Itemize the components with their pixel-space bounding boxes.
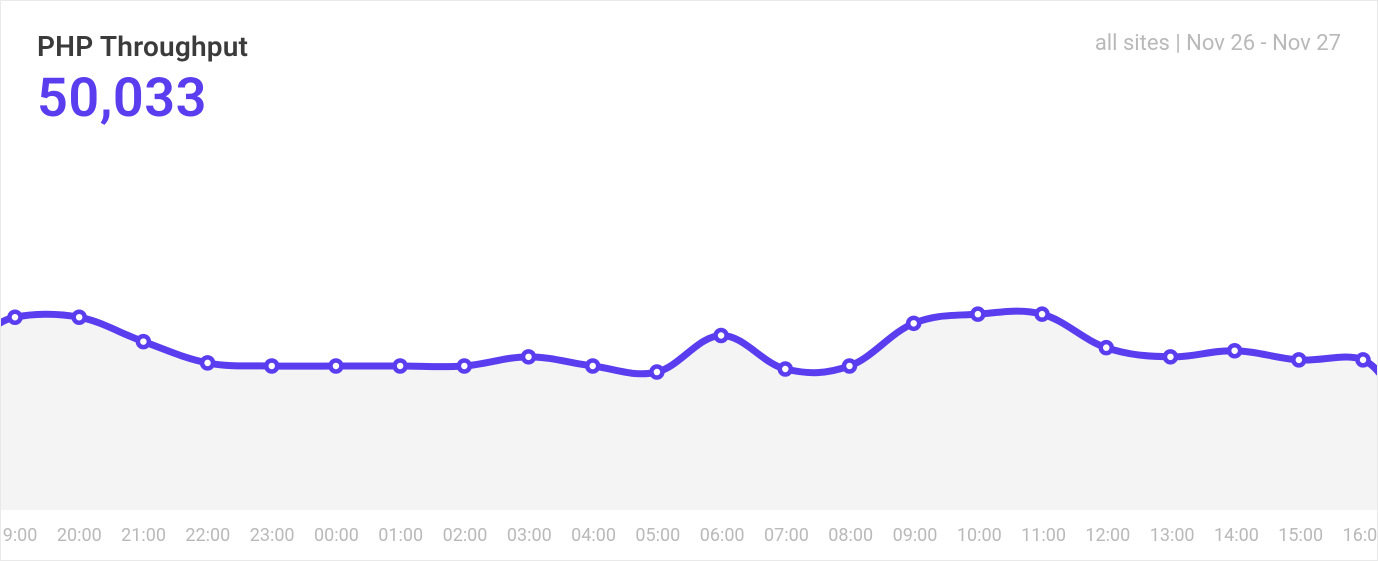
data-point[interactable] — [202, 357, 213, 368]
x-tick: 07:00 — [764, 525, 809, 546]
x-tick: 15:00 — [1278, 525, 1323, 546]
x-tick: 05:00 — [635, 525, 680, 546]
x-tick: 02:00 — [443, 525, 488, 546]
data-point[interactable] — [138, 336, 149, 347]
x-tick: 06:00 — [700, 525, 745, 546]
throughput-card: PHP Throughput 50,033 all sites | Nov 26… — [0, 0, 1378, 561]
chart-title: PHP Throughput — [37, 29, 248, 65]
data-point[interactable] — [1229, 345, 1240, 356]
data-point[interactable] — [1358, 354, 1369, 365]
chart-area-fill — [0, 311, 1378, 510]
x-tick: 09:00 — [893, 525, 938, 546]
data-point[interactable] — [1165, 351, 1176, 362]
chart-plot-area — [1, 171, 1377, 500]
x-tick: 20:00 — [57, 525, 102, 546]
x-axis: 19:00 20:00 21:00 22:00 23:00 00:00 01:00 02:00… — [1, 506, 1377, 546]
x-tick: 08:00 — [828, 525, 873, 546]
x-tick: 04:00 — [571, 525, 616, 546]
data-point[interactable] — [74, 312, 85, 323]
date-range: all sites | Nov 26 - Nov 27 — [1095, 31, 1341, 56]
data-point[interactable] — [1293, 354, 1304, 365]
data-point[interactable] — [1101, 342, 1112, 353]
x-tick: 00:00 — [314, 525, 359, 546]
x-tick: 12:00 — [1085, 525, 1130, 546]
metric-value: 50,033 — [37, 71, 248, 128]
data-point[interactable] — [395, 360, 406, 371]
x-tick: 16:00 — [1343, 525, 1378, 546]
x-tick: 10:00 — [957, 525, 1002, 546]
data-point[interactable] — [780, 364, 791, 375]
data-point[interactable] — [459, 360, 470, 371]
line-chart-svg — [1, 171, 1377, 500]
x-tick: 11:00 — [1021, 525, 1066, 546]
x-tick: 14:00 — [1214, 525, 1259, 546]
data-point[interactable] — [651, 367, 662, 378]
data-point[interactable] — [972, 309, 983, 320]
data-point[interactable] — [587, 360, 598, 371]
data-point[interactable] — [908, 318, 919, 329]
x-tick: 01:00 — [378, 525, 423, 546]
x-tick: 23:00 — [250, 525, 295, 546]
x-tick: 21:00 — [121, 525, 166, 546]
data-point[interactable] — [266, 360, 277, 371]
data-point[interactable] — [1037, 309, 1048, 320]
x-tick: 03:00 — [507, 525, 552, 546]
data-point[interactable] — [844, 360, 855, 371]
x-tick: 22:00 — [185, 525, 230, 546]
data-point[interactable] — [523, 351, 534, 362]
card-header: PHP Throughput 50,033 all sites | Nov 26… — [37, 29, 1341, 128]
data-point[interactable] — [716, 330, 727, 341]
x-tick: 19:00 — [0, 525, 37, 546]
title-block: PHP Throughput 50,033 — [37, 29, 248, 128]
x-tick: 13:00 — [1150, 525, 1195, 546]
data-point[interactable] — [330, 360, 341, 371]
data-point[interactable] — [9, 312, 20, 323]
